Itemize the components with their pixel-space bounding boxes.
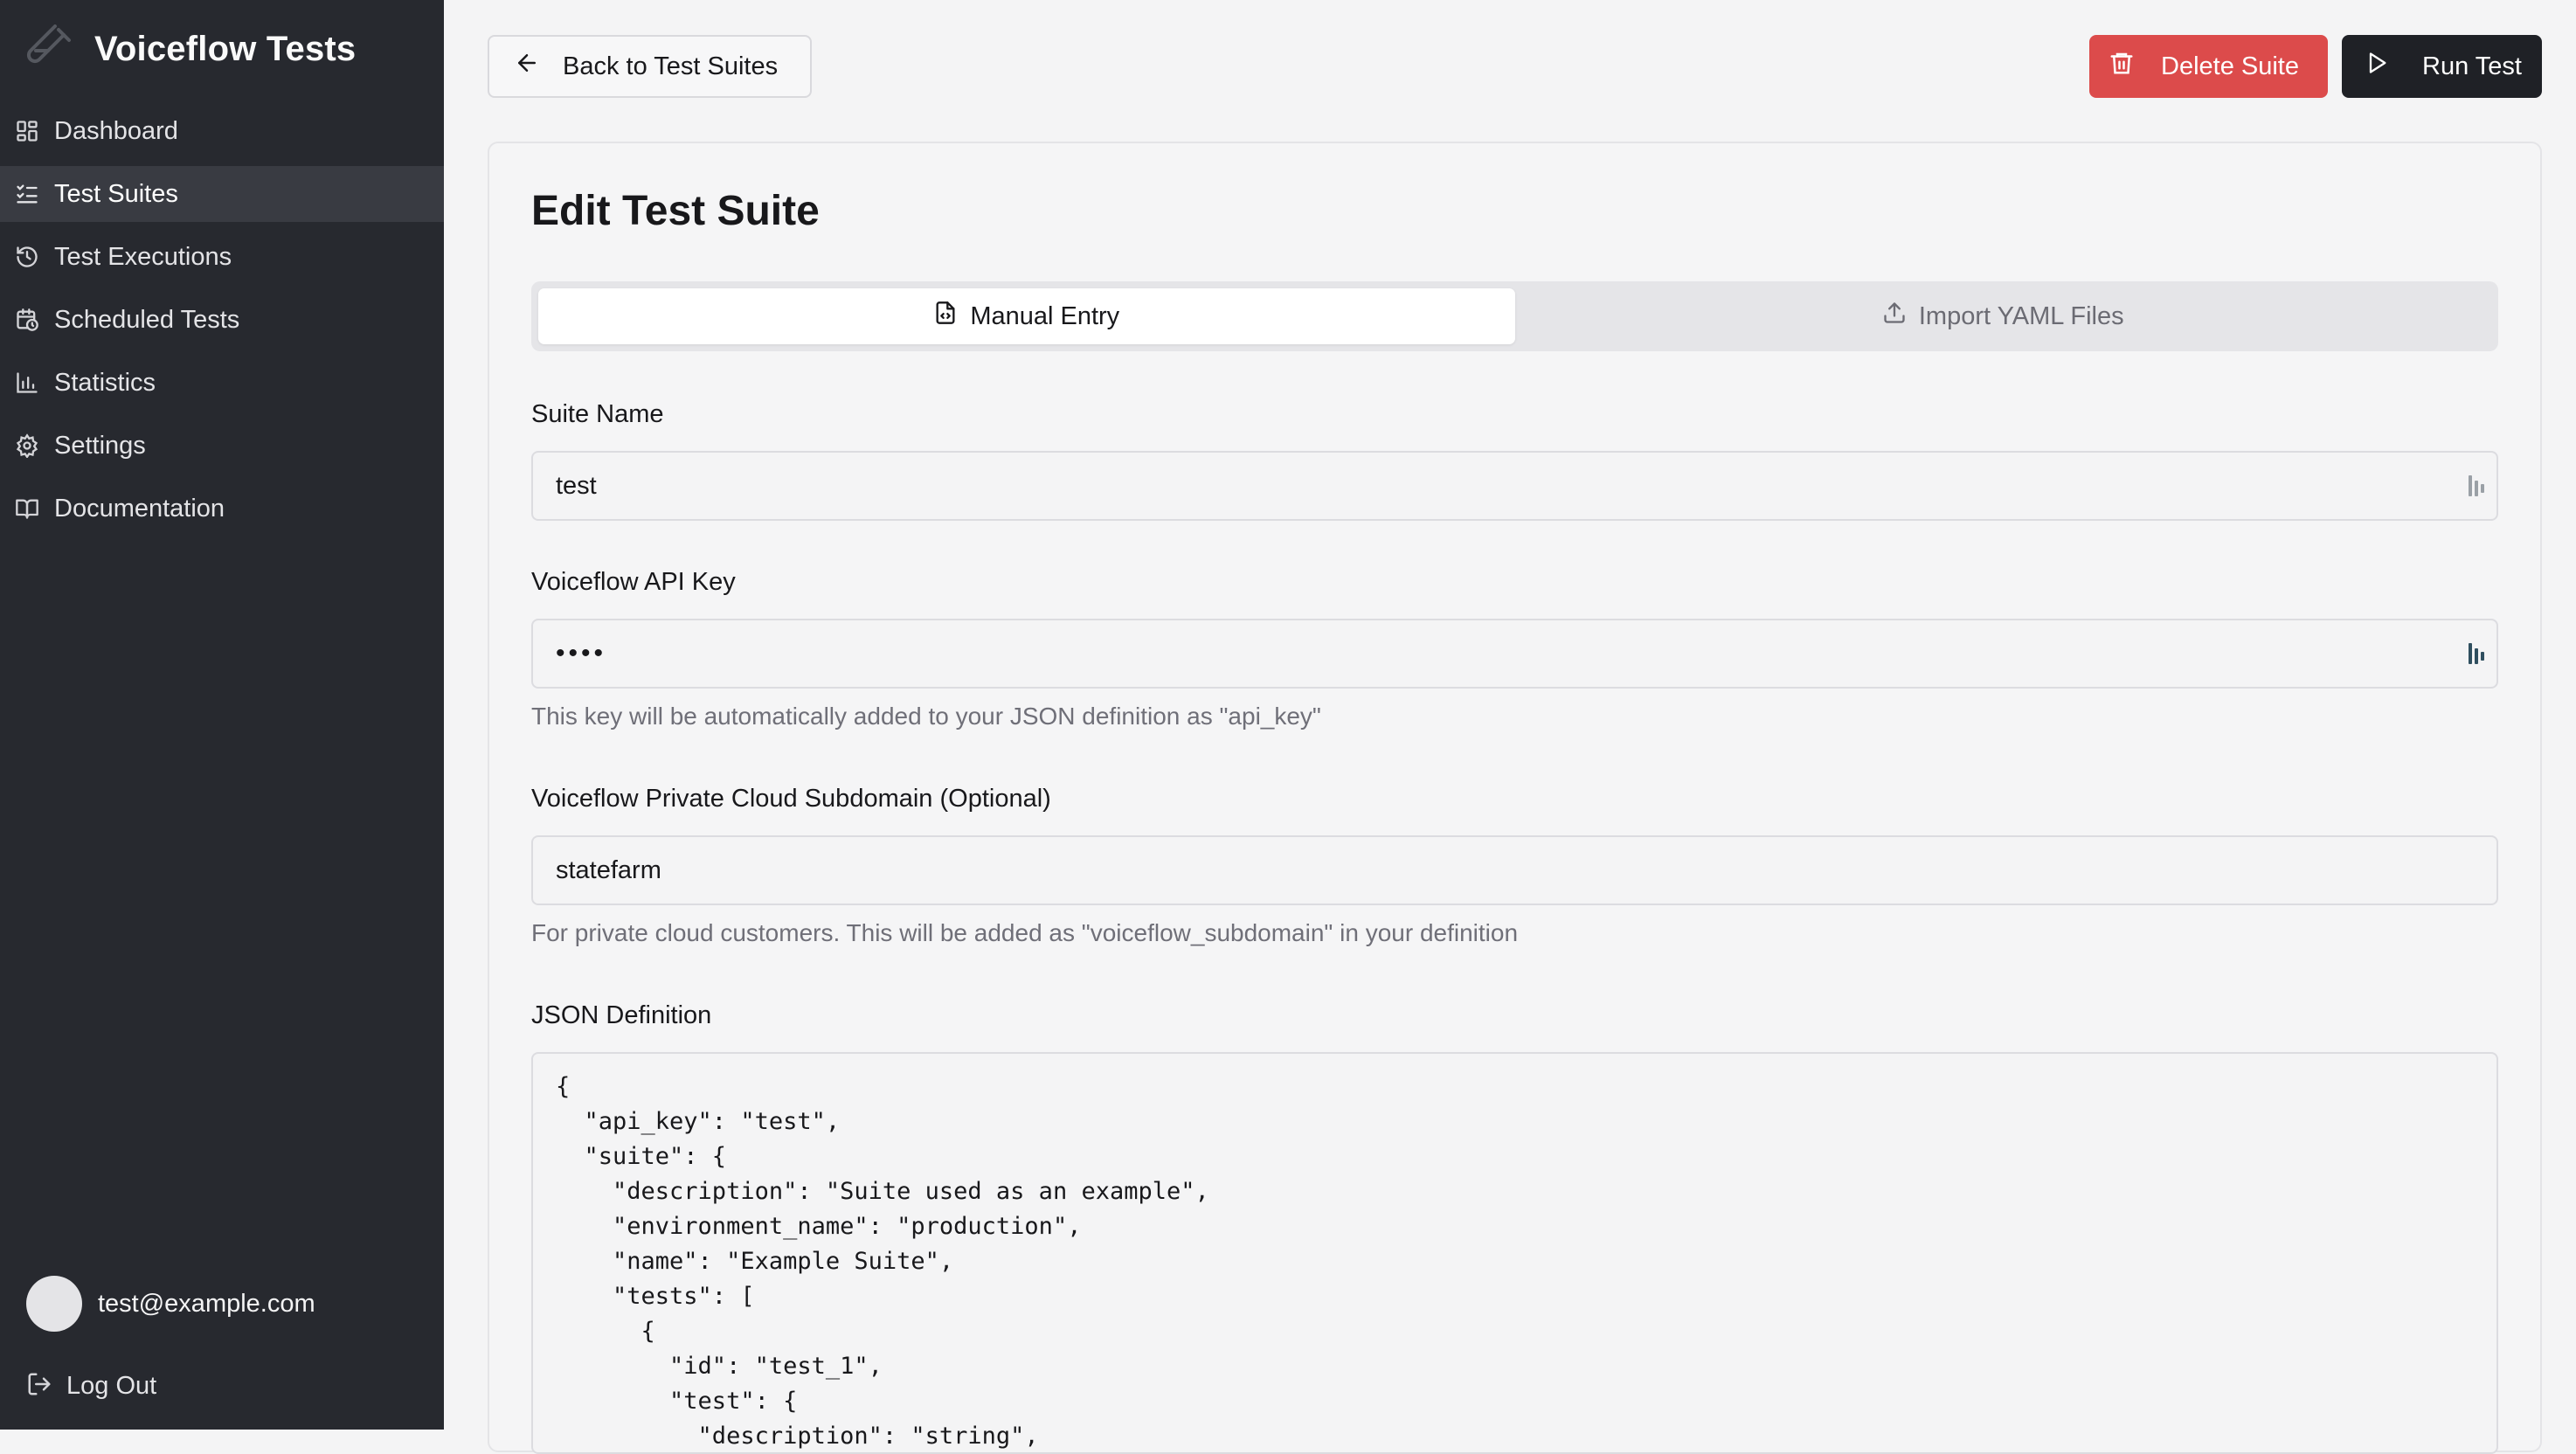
file-code-icon	[933, 301, 958, 332]
page-title: Edit Test Suite	[531, 188, 820, 234]
subdomain-help: For private cloud customers. This will b…	[531, 919, 1519, 946]
sidebar-item-documentation[interactable]: Documentation	[0, 481, 444, 537]
brand: Voiceflow Tests	[24, 21, 356, 77]
sidebar-item-statistics[interactable]: Statistics	[0, 355, 444, 411]
sidebar-item-dashboard[interactable]: Dashboard	[0, 103, 444, 159]
code-line: "description": "string",	[556, 1423, 1039, 1450]
subdomain-input[interactable]: statefarm	[531, 835, 2498, 905]
code-line: "api_key": "test",	[556, 1108, 841, 1135]
entry-mode-tabs: Manual Entry Import YAML Files	[531, 281, 2498, 351]
code-line: "tests": [	[556, 1283, 755, 1310]
edit-suite-card: Edit Test Suite Manual Entry Import YAML…	[488, 142, 2542, 1454]
sidebar-item-label: Statistics	[54, 368, 156, 397]
back-to-test-suites-button[interactable]: Back to Test Suites	[488, 35, 812, 98]
code-line: "suite": {	[556, 1143, 727, 1170]
user-profile[interactable]: test@example.com	[26, 1276, 315, 1332]
sidebar-item-label: Test Suites	[54, 179, 178, 208]
list-check-icon	[14, 181, 40, 207]
calendar-clock-icon	[14, 307, 40, 333]
sidebar-item-scheduled-tests[interactable]: Scheduled Tests	[0, 292, 444, 348]
upload-icon	[1882, 301, 1907, 332]
tab-manual-entry[interactable]: Manual Entry	[538, 288, 1515, 344]
run-button-label: Run Test	[2422, 52, 2522, 80]
password-manager-icon[interactable]	[2465, 473, 2489, 499]
suite-name-input[interactable]: test	[531, 451, 2498, 521]
play-icon	[2365, 51, 2389, 82]
api-key-label: Voiceflow API Key	[531, 568, 736, 596]
code-line: "environment_name": "production",	[556, 1213, 1082, 1240]
delete-button-label: Delete Suite	[2161, 52, 2299, 80]
logout-label: Log Out	[66, 1371, 157, 1400]
bar-chart-icon	[14, 370, 40, 396]
trash-icon	[2109, 50, 2135, 83]
api-key-value: ••••	[556, 639, 607, 668]
code-line: "description": "Suite used as an example…	[556, 1178, 1209, 1205]
subdomain-label: Voiceflow Private Cloud Subdomain (Optio…	[531, 785, 1051, 813]
subdomain-value: statefarm	[556, 855, 661, 884]
sidebar: Voiceflow Tests Dashboard Test Suites Te…	[0, 0, 444, 1430]
sidebar-item-test-executions[interactable]: Test Executions	[0, 229, 444, 285]
tab-label: Import YAML Files	[1918, 301, 2124, 330]
sidebar-item-settings[interactable]: Settings	[0, 418, 444, 474]
suite-name-label: Suite Name	[531, 400, 664, 428]
sidebar-item-label: Test Executions	[54, 242, 232, 271]
api-key-help: This key will be automatically added to …	[531, 703, 1321, 730]
delete-suite-button[interactable]: Delete Suite	[2089, 35, 2328, 98]
api-key-input[interactable]: ••••	[531, 619, 2498, 689]
sidebar-item-label: Settings	[54, 431, 146, 460]
sidebar-item-label: Dashboard	[54, 116, 178, 145]
sidebar-item-label: Scheduled Tests	[54, 305, 240, 334]
code-line: "name": "Example Suite",	[556, 1248, 954, 1275]
tab-import-yaml[interactable]: Import YAML Files	[1515, 288, 2492, 344]
app-title: Voiceflow Tests	[94, 29, 357, 68]
sidebar-item-test-suites[interactable]: Test Suites	[0, 166, 444, 222]
avatar	[26, 1276, 82, 1332]
back-button-label: Back to Test Suites	[563, 52, 779, 80]
user-email: test@example.com	[98, 1289, 315, 1318]
json-definition-editor[interactable]: { "api_key": "test", "suite": { "descrip…	[531, 1052, 2498, 1454]
logout-button[interactable]: Log Out	[26, 1363, 156, 1409]
sidebar-item-label: Documentation	[54, 494, 225, 523]
suite-name-value: test	[556, 471, 597, 500]
code-line: "test": {	[556, 1388, 798, 1415]
gear-icon	[14, 433, 40, 459]
book-open-icon	[14, 495, 40, 522]
json-definition-label: JSON Definition	[531, 1001, 712, 1029]
flask-logo-icon	[24, 24, 75, 74]
code-line: {	[556, 1073, 571, 1100]
sidebar-nav: Dashboard Test Suites Test Executions Sc…	[0, 103, 444, 544]
code-line: {	[556, 1318, 655, 1345]
log-out-icon	[26, 1371, 52, 1402]
grid-icon	[14, 118, 40, 144]
password-manager-icon[interactable]	[2465, 640, 2489, 667]
history-icon	[14, 244, 40, 270]
arrow-left-icon	[514, 50, 540, 83]
run-test-button[interactable]: Run Test	[2342, 35, 2542, 98]
code-line: "id": "test_1",	[556, 1353, 883, 1380]
tab-label: Manual Entry	[970, 301, 1120, 330]
